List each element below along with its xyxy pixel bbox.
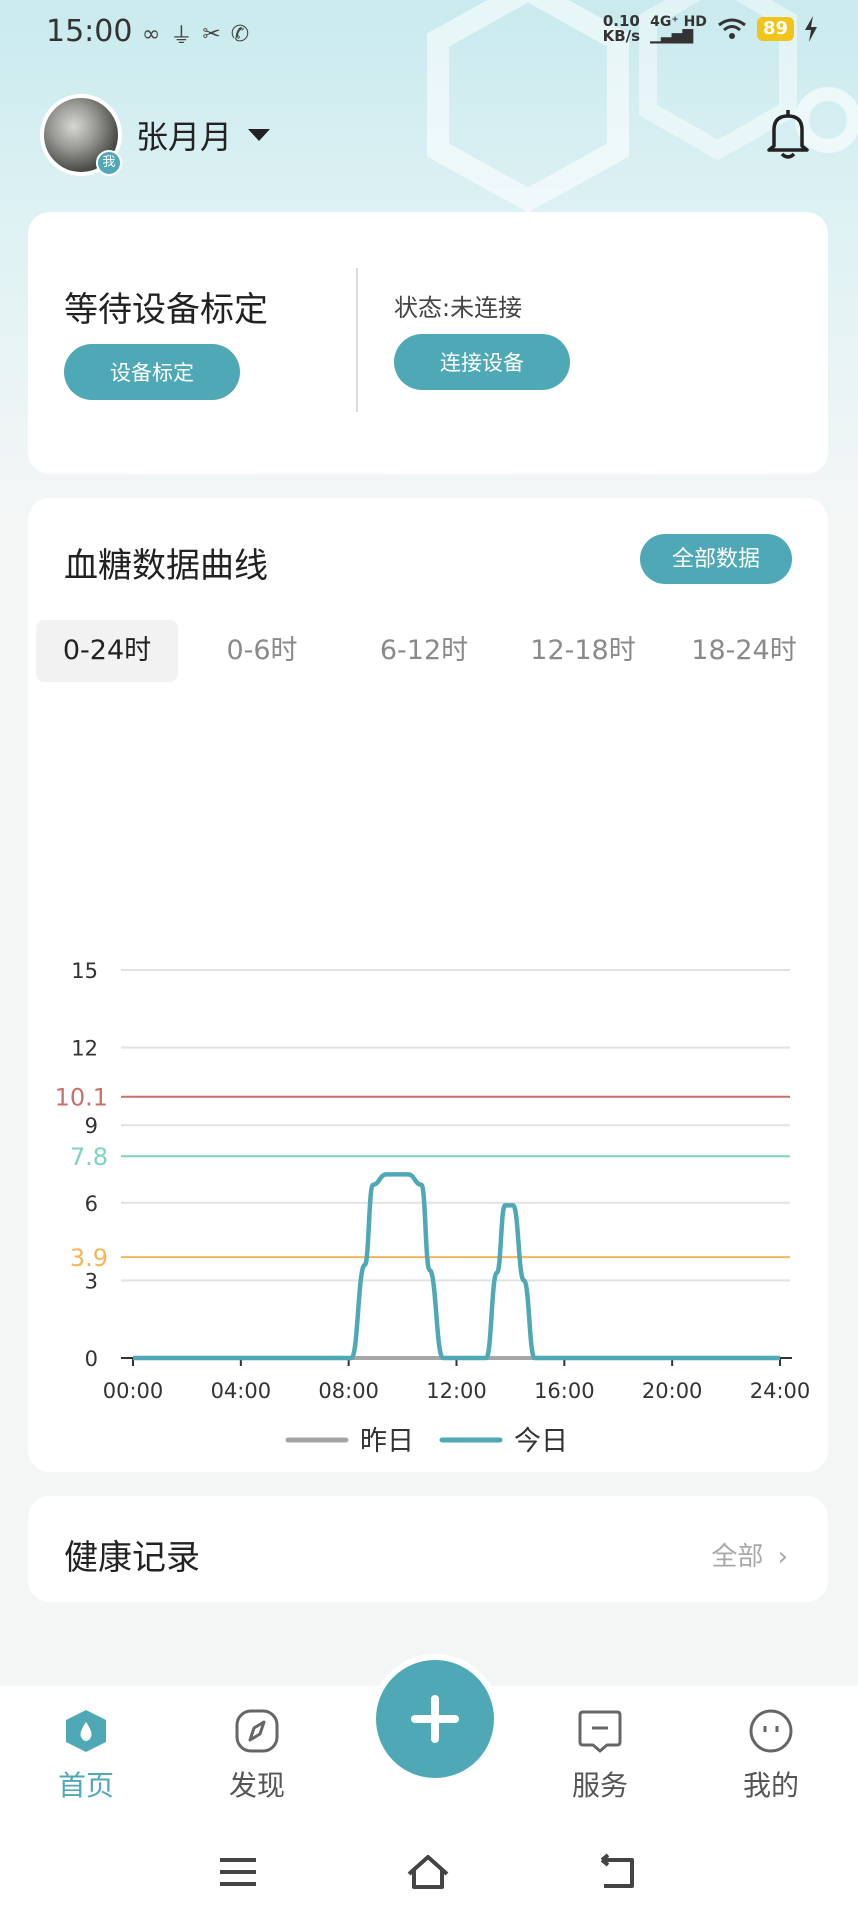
reference-label-2: 3.9 — [70, 1244, 108, 1272]
home-icon[interactable] — [406, 1852, 450, 1892]
status-bar: 15:00 ∞ ⏚ ✂ ✆ 0.10 KB/s 4G⁺ HD ▁▃▅▇ 89 — [0, 0, 858, 64]
message-icon — [578, 1710, 622, 1753]
y-tick-label-2: 6 — [85, 1192, 98, 1216]
nav-service-label: 服务 — [571, 1769, 628, 1802]
avatar-badge: 我 — [96, 150, 122, 176]
view-all-link[interactable]: 全部 › — [711, 1536, 788, 1573]
bell-icon[interactable] — [764, 108, 812, 160]
back-icon[interactable] — [596, 1852, 640, 1892]
glucose-chart-card: 血糖数据曲线 全部数据 0-24时 0-6时 6-12时 12-18时 18-2… — [28, 498, 828, 1472]
x-tick-label-6: 24:00 — [750, 1379, 811, 1403]
calibrate-device-button[interactable]: 设备标定 — [64, 344, 240, 400]
status-icons-right: 0.10 KB/s 4G⁺ HD ▁▃▅▇ 89 — [603, 14, 818, 44]
infinity-icon: ∞ — [142, 21, 161, 47]
chevron-down-icon[interactable] — [248, 129, 271, 141]
nav-discover[interactable]: 发现 — [197, 1708, 317, 1804]
nav-mine-label: 我的 — [742, 1769, 799, 1802]
net-speed-unit: KB/s — [602, 27, 641, 45]
phone-icon: ✆ — [230, 21, 250, 47]
menu-icon[interactable] — [216, 1852, 260, 1892]
y-tick-label-0: 0 — [85, 1347, 98, 1371]
smile-icon — [749, 1709, 793, 1753]
y-tick-label-3: 9 — [85, 1114, 98, 1138]
x-tick-label-1: 04:00 — [211, 1379, 272, 1403]
status-icons-left: ∞ ⏚ ✂ ✆ — [142, 18, 249, 50]
y-tick-label-1: 3 — [85, 1269, 98, 1293]
legend-label-1: 今日 — [514, 1426, 568, 1457]
x-tick-label-4: 16:00 — [534, 1379, 595, 1403]
status-time: 15:00 — [46, 14, 133, 49]
x-tick-label-2: 08:00 — [318, 1379, 379, 1403]
view-all-label: 全部 — [711, 1542, 764, 1572]
add-button[interactable] — [370, 1654, 500, 1784]
connect-device-button[interactable]: 连接设备 — [394, 334, 570, 390]
username[interactable]: 张月月 — [136, 112, 232, 158]
x-tick-label-5: 20:00 — [642, 1379, 703, 1403]
glucose-chart: 0 3 6 9 12 15 10.1 7.8 3.9 00:00 04:00 08:00 12:00 16… — [55, 959, 811, 1457]
battery-icon: 89 — [756, 17, 794, 41]
home-drop-icon — [66, 1710, 106, 1752]
nav-mine[interactable]: 我的 — [711, 1708, 831, 1804]
plus-icon — [411, 1695, 459, 1743]
signal-icon: 4G⁺ HD ▁▃▅▇ — [650, 14, 707, 44]
reference-label-1: 7.8 — [70, 1143, 108, 1171]
health-records-card[interactable]: 健康记录 全部 › — [28, 1496, 828, 1602]
legend-label-0: 昨日 — [360, 1426, 414, 1457]
net-speed: 0.10 KB/s — [603, 14, 640, 44]
wifi-icon — [718, 18, 746, 39]
usb-icon: ⏚ — [170, 24, 193, 49]
avatar[interactable]: 我 — [40, 94, 122, 176]
nav-discover-label: 发现 — [228, 1769, 285, 1802]
y-tick-label-4: 12 — [71, 1037, 98, 1061]
network-label: 4G⁺ HD — [650, 14, 707, 30]
nav-home-label: 首页 — [57, 1769, 114, 1802]
x-tick-label-0: 00:00 — [103, 1379, 164, 1403]
calibration-title: 等待设备标定 — [64, 290, 268, 330]
health-records-title: 健康记录 — [64, 1538, 200, 1578]
y-tick-label-5: 15 — [71, 959, 98, 983]
chevron-right-icon: › — [777, 1542, 788, 1572]
x-tick-label-3: 12:00 — [426, 1379, 487, 1403]
device-card: 等待设备标定 设备标定 状态:未连接 连接设备 — [28, 212, 828, 474]
compass-icon — [235, 1709, 279, 1753]
connection-status: 状态:未连接 — [394, 294, 523, 322]
user-switcher[interactable]: 我 张月月 — [40, 94, 271, 176]
divider — [356, 268, 358, 412]
nav-service[interactable]: 服务 — [540, 1708, 660, 1804]
reference-label-0: 10.1 — [55, 1084, 108, 1112]
charging-icon — [805, 16, 817, 42]
system-navigation-bar — [0, 1826, 858, 1920]
nav-home[interactable]: 首页 — [26, 1708, 146, 1804]
tools-icon: ✂ — [202, 21, 221, 47]
